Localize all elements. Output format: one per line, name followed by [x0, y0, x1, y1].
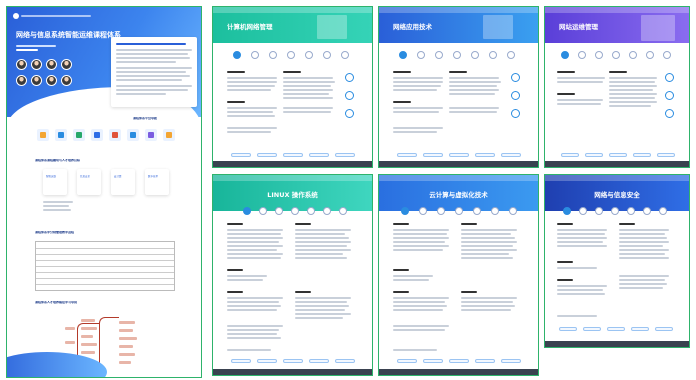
card-title: 网络与信息安全 [594, 191, 640, 199]
course-card-network-management[interactable]: 计算机网络管理 [212, 6, 373, 168]
banner-illustration [483, 15, 513, 39]
course-card-network-application[interactable]: 网络应用技术 [378, 6, 539, 168]
card-title: 网站运维管理 [559, 23, 598, 31]
poster-subtitle-line [16, 49, 38, 51]
card-nav-icons[interactable] [545, 51, 689, 65]
school-name-bar [21, 14, 101, 17]
team-avatar [16, 59, 27, 70]
course-card-network-security[interactable]: 网络与信息安全 [544, 174, 690, 348]
module-card[interactable]: 信息安全 [77, 169, 101, 195]
card-nav-icons[interactable] [213, 51, 372, 65]
team-avatar [46, 75, 57, 86]
team-avatar [31, 75, 42, 86]
team-avatar [61, 59, 72, 70]
team-avatar [46, 59, 57, 70]
platform-icon[interactable] [109, 129, 121, 141]
banner-illustration [317, 15, 347, 39]
school-logo-icon [13, 13, 19, 19]
banner-illustration [641, 15, 675, 41]
platform-icon[interactable] [145, 129, 157, 141]
card-nav-icons[interactable] [379, 207, 538, 233]
module-card[interactable]: 智能运维 [43, 169, 67, 195]
module-card[interactable]: 数字技术 [145, 169, 169, 195]
course-card-linux[interactable]: LINUX 操作系统 [212, 174, 373, 376]
poster-subtitle-line [16, 45, 56, 47]
card-nav-icons[interactable] [545, 207, 689, 233]
section-heading: 课程体系学分制管理教学进程 [35, 231, 75, 234]
platform-icon[interactable] [55, 129, 67, 141]
course-card-cloud-virtualization[interactable]: 云计算与虚拟化技术 [378, 174, 539, 376]
team-avatar [16, 75, 27, 86]
platform-icon[interactable] [91, 129, 103, 141]
curriculum-poster[interactable]: 网络与信息系统智能运维课程体系 课程体系平台导航 课程体系课程模块与人才培养目标… [6, 6, 202, 378]
poster-title: 网络与信息系统智能运维课程体系 [16, 31, 121, 39]
card-title: 网络应用技术 [393, 23, 432, 31]
course-card-website-operations[interactable]: 网站运维管理 [544, 6, 690, 168]
platform-icon[interactable] [73, 129, 85, 141]
teaching-plan-table [35, 241, 175, 291]
card-title: 计算机网络管理 [227, 23, 273, 31]
card-nav-icons[interactable] [379, 51, 538, 65]
platform-icon[interactable] [37, 129, 49, 141]
team-avatar [31, 59, 42, 70]
module-card[interactable]: 云计算 [111, 169, 135, 195]
section-heading: 课程体系人才培养路径学习导向 [35, 301, 78, 304]
team-avatar [61, 75, 72, 86]
platform-icon[interactable] [127, 129, 139, 141]
platform-icon[interactable] [163, 129, 175, 141]
section-heading: 课程体系课程模块与人才培养目标 [35, 159, 81, 162]
intro-text-card [111, 37, 197, 107]
section-heading: 课程体系平台导航 [133, 117, 158, 120]
card-title: 云计算与虚拟化技术 [429, 191, 488, 199]
card-title: LINUX 操作系统 [267, 191, 318, 199]
card-nav-icons[interactable] [213, 207, 372, 233]
